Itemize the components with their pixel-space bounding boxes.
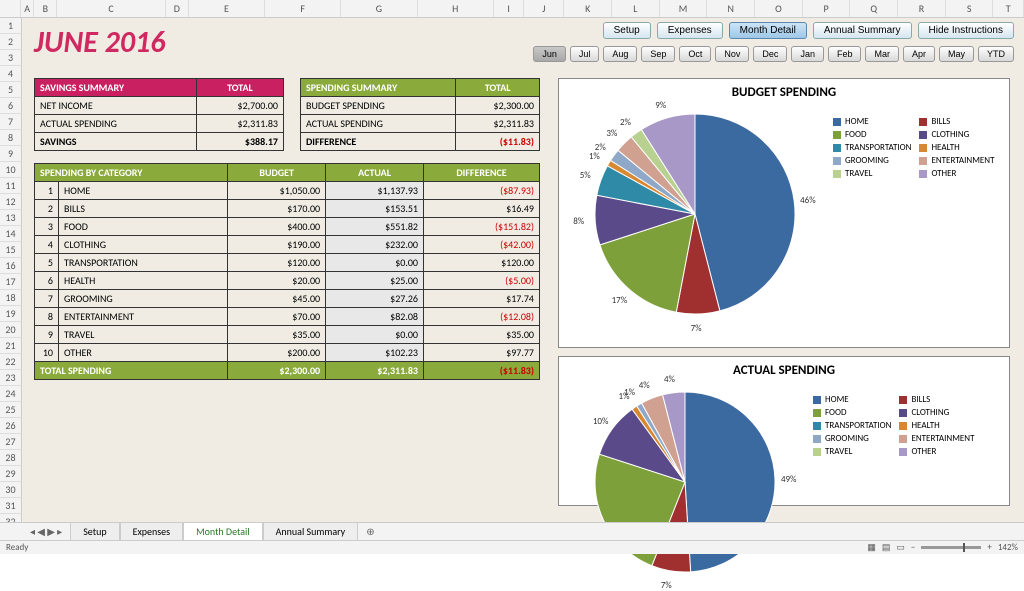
zoom-controls[interactable]: ▦ ▤ ▭ − + 142% [867, 542, 1018, 553]
legend-item: TRAVEL [813, 446, 891, 457]
chart-title: BUDGET SPENDING [565, 85, 1003, 100]
legend-item: OTHER [899, 446, 977, 457]
month-mar[interactable]: Mar [865, 46, 899, 62]
sheet-tab-month-detail[interactable]: Month Detail [183, 522, 263, 541]
nav-hide-instructions[interactable]: Hide Instructions [918, 22, 1014, 39]
view-layout-icon[interactable]: ▤ [882, 542, 891, 553]
month-jun[interactable]: Jun [533, 46, 566, 62]
sheet-tab-annual-summary[interactable]: Annual Summary [263, 522, 359, 541]
nav-expenses[interactable]: Expenses [657, 22, 723, 39]
page-title: JUNE 2016 [34, 24, 165, 61]
zoom-in-icon[interactable]: + [987, 542, 991, 553]
legend-item: ENTERTAINMENT [919, 155, 997, 166]
legend-item: OTHER [919, 168, 997, 179]
spending-by-category-table: SPENDING BY CATEGORYBUDGETACTUALDIFFEREN… [34, 163, 540, 380]
legend-item: CLOTHING [919, 129, 997, 140]
zoom-level: 142% [998, 542, 1018, 553]
sheet-tab-expenses[interactable]: Expenses [120, 522, 184, 541]
month-oct[interactable]: Oct [679, 46, 711, 62]
legend-item: GROOMING [833, 155, 911, 166]
month-may[interactable]: May [939, 46, 974, 62]
add-sheet-button[interactable]: ⊕ [358, 525, 382, 538]
legend-item: BILLS [919, 116, 997, 127]
month-sep[interactable]: Sep [641, 46, 675, 62]
budget-spending-chart: BUDGET SPENDING 46%7%17%8%5%1%2%3%2%9%HO… [558, 78, 1010, 348]
legend-item: CLOTHING [899, 407, 977, 418]
legend-item: TRAVEL [833, 168, 911, 179]
column-headers: ABCDEFGHIJKLMNOPQRST [0, 0, 1024, 18]
chart-title: ACTUAL SPENDING [565, 363, 1003, 378]
month-jul[interactable]: Jul [570, 46, 600, 62]
month-jan[interactable]: Jan [791, 46, 824, 62]
legend-item: TRANSPORTATION [833, 142, 911, 153]
month-feb[interactable]: Feb [828, 46, 862, 62]
zoom-out-icon[interactable]: − [911, 542, 915, 553]
nav-buttons: Setup Expenses Month Detail Annual Summary H… [603, 22, 1014, 39]
sheet-tabs: ◂ ◀ ▶ ▸ SetupExpensesMonth DetailAnnual … [0, 522, 1024, 540]
legend-item: HOME [813, 394, 891, 405]
view-break-icon[interactable]: ▭ [896, 542, 905, 553]
row-headers: 1234567891011121314151617181920212223242… [0, 18, 22, 546]
sheet-nav-arrows[interactable]: ◂ ◀ ▶ ▸ [30, 525, 62, 538]
month-aug[interactable]: Aug [603, 46, 637, 62]
legend-item: FOOD [813, 407, 891, 418]
legend-item: HOME [833, 116, 911, 127]
spending-summary-table: SPENDING SUMMARYTOTALBUDGET SPENDING$2,3… [300, 78, 540, 151]
legend-item: BILLS [899, 394, 977, 405]
month-buttons: JunJulAugSepOctNovDecJanFebMarAprMayYTD [533, 46, 1014, 62]
view-normal-icon[interactable]: ▦ [867, 542, 876, 553]
legend-item: HEALTH [899, 420, 977, 431]
legend-item: GROOMING [813, 433, 891, 444]
status-ready: Ready [6, 542, 28, 553]
legend-item: ENTERTAINMENT [899, 433, 977, 444]
month-ytd[interactable]: YTD [978, 46, 1014, 62]
actual-spending-chart: ACTUAL SPENDING 49%7%24%10%1%1%4%4%HOMEB… [558, 356, 1010, 506]
legend-item: FOOD [833, 129, 911, 140]
savings-summary-table: SAVINGS SUMMARYTOTALNET INCOME$2,700.00A… [34, 78, 284, 151]
month-apr[interactable]: Apr [903, 46, 935, 62]
nav-setup[interactable]: Setup [603, 22, 651, 39]
month-nov[interactable]: Nov [715, 46, 749, 62]
status-bar: Ready ▦ ▤ ▭ − + 142% [0, 540, 1024, 554]
nav-month-detail[interactable]: Month Detail [729, 22, 807, 39]
legend-item: HEALTH [919, 142, 997, 153]
sheet-tab-setup[interactable]: Setup [70, 522, 119, 541]
month-dec[interactable]: Dec [753, 46, 787, 62]
legend-item: TRANSPORTATION [813, 420, 891, 431]
nav-annual-summary[interactable]: Annual Summary [813, 22, 912, 39]
